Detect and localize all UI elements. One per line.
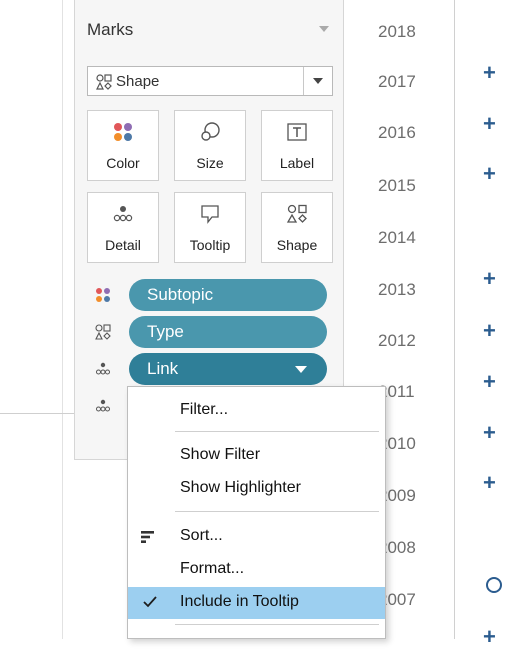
field-context-menu: Filter... Show Filter Show Highlighter S… xyxy=(127,386,386,639)
menu-item-show-highlighter[interactable]: Show Highlighter xyxy=(128,473,385,505)
plus-mark-icon[interactable]: + xyxy=(483,422,496,444)
menu-item-format[interactable]: Format... xyxy=(128,554,385,586)
plus-mark-icon[interactable]: + xyxy=(483,268,496,290)
menu-item-label: Show Highlighter xyxy=(180,479,301,496)
label-button[interactable]: Label xyxy=(261,110,333,181)
color-button[interactable]: Color xyxy=(87,110,159,181)
year-label: 2013 xyxy=(378,280,416,299)
subtopic-pill[interactable]: Subtopic xyxy=(129,279,327,311)
menu-separator xyxy=(175,431,379,432)
plus-mark-icon[interactable]: + xyxy=(483,62,496,84)
axis-divider xyxy=(454,0,455,639)
marks-field-row: Subtopic xyxy=(75,279,345,311)
marks-field-row: Type xyxy=(75,316,345,348)
sort-icon xyxy=(141,530,155,549)
plus-mark-icon[interactable]: + xyxy=(483,163,496,185)
menu-item-label: Show Filter xyxy=(180,446,261,463)
year-label: 2015 xyxy=(378,176,416,195)
detail-icon xyxy=(95,361,111,382)
shape-icon xyxy=(262,203,332,225)
menu-item-filter[interactable]: Filter... xyxy=(128,395,385,427)
color-icon xyxy=(88,121,158,143)
size-button[interactable]: Size xyxy=(174,110,246,181)
color-button-label: Color xyxy=(106,155,140,171)
marks-menu-caret-icon[interactable] xyxy=(319,26,329,32)
menu-item-label: Include in Tooltip xyxy=(180,593,299,610)
circle-mark-icon[interactable] xyxy=(486,577,502,593)
shape-icon xyxy=(96,74,112,95)
shape-button[interactable]: Shape xyxy=(261,192,333,263)
plus-mark-icon[interactable]: + xyxy=(483,113,496,135)
shape-icon xyxy=(95,324,111,345)
detail-button[interactable]: Detail xyxy=(87,192,159,263)
tooltip-button-label: Tooltip xyxy=(189,237,231,253)
menu-item-show-filter[interactable]: Show Filter xyxy=(128,440,385,472)
checkmark-icon xyxy=(142,594,158,615)
mark-type-label: Shape xyxy=(116,73,160,90)
link-pill[interactable]: Link xyxy=(129,353,327,385)
plus-mark-icon[interactable]: + xyxy=(483,371,496,393)
menu-item-label: Sort... xyxy=(180,527,223,544)
detail-icon xyxy=(88,203,158,225)
menu-item-label: Format... xyxy=(180,560,245,577)
gridline xyxy=(0,413,75,414)
plus-mark-icon[interactable]: + xyxy=(483,320,496,342)
shape-button-label: Shape xyxy=(276,237,318,253)
year-label: 2014 xyxy=(378,228,416,247)
label-icon xyxy=(262,121,332,143)
plus-mark-icon[interactable]: + xyxy=(483,472,496,494)
menu-separator xyxy=(175,511,379,512)
color-icon xyxy=(95,287,111,308)
year-label: 2018 xyxy=(378,22,416,41)
marks-field-row: Link xyxy=(75,353,345,385)
size-icon xyxy=(175,121,245,143)
plus-mark-icon[interactable]: + xyxy=(483,626,496,648)
year-label: 2012 xyxy=(378,331,416,350)
year-label: 2017 xyxy=(378,72,416,91)
year-label: 2016 xyxy=(378,123,416,142)
size-button-label: Size xyxy=(196,155,224,171)
label-button-label: Label xyxy=(279,155,315,171)
link-pill-label: Link xyxy=(147,359,179,378)
pane-divider xyxy=(62,0,63,639)
type-pill[interactable]: Type xyxy=(129,316,327,348)
chevron-down-icon[interactable] xyxy=(295,366,307,373)
detail-icon xyxy=(95,398,111,419)
mark-type-dropdown[interactable]: Shape xyxy=(87,66,333,96)
menu-item-sort[interactable]: Sort... xyxy=(128,521,385,553)
marks-title: Marks xyxy=(87,20,134,39)
menu-item-label: Filter... xyxy=(180,401,229,418)
view-background xyxy=(0,0,62,639)
tooltip-icon xyxy=(175,203,245,225)
menu-separator xyxy=(175,624,379,625)
detail-button-label: Detail xyxy=(105,237,141,253)
tooltip-button[interactable]: Tooltip xyxy=(174,192,246,263)
chevron-down-icon[interactable] xyxy=(303,67,332,95)
menu-item-include-in-tooltip[interactable]: Include in Tooltip xyxy=(128,587,385,619)
